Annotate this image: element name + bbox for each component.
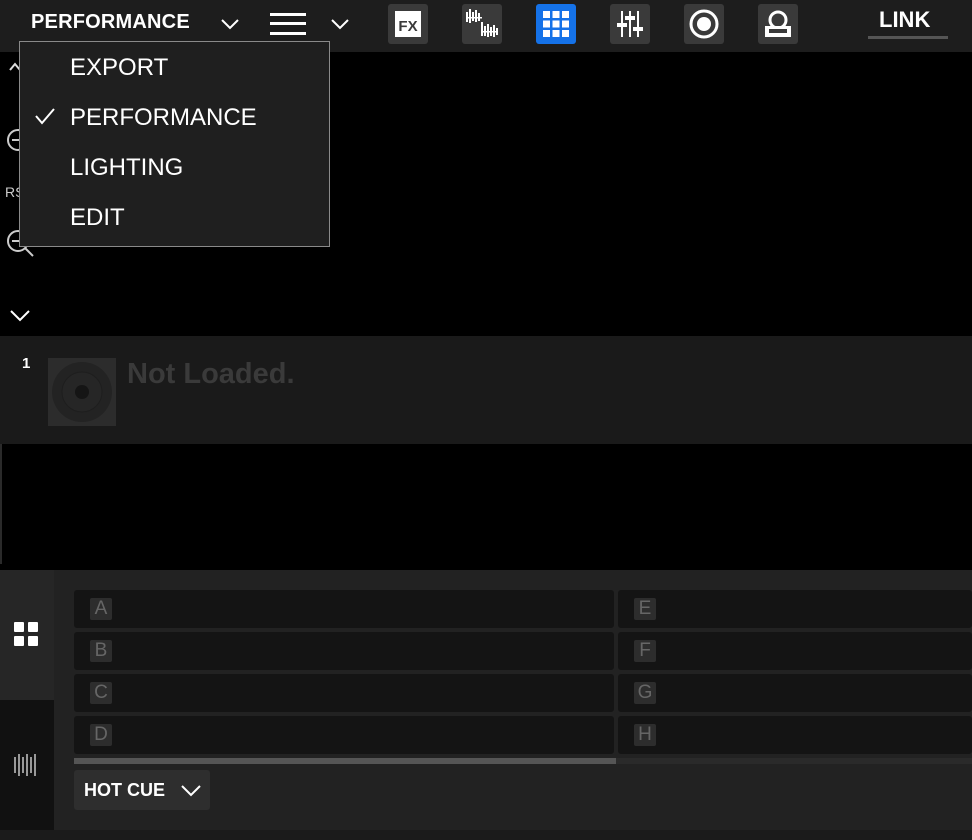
menu-chevron-down-icon[interactable] xyxy=(330,18,350,30)
pad-key-label: H xyxy=(634,724,656,746)
hot-cue-pad-d[interactable]: D xyxy=(74,716,614,754)
mixer-sliders-icon xyxy=(617,11,643,37)
pad-grid-button[interactable] xyxy=(536,4,576,44)
waveform-button[interactable] xyxy=(462,4,502,44)
hot-cue-pad-c[interactable]: C xyxy=(74,674,614,712)
pad-key-label: A xyxy=(90,598,112,620)
menu-item-export[interactable]: EXPORT xyxy=(20,42,329,92)
layout-mode-dropdown: EXPORT PERFORMANCE LIGHTING EDIT xyxy=(19,41,330,247)
pad-mode-label: HOT CUE xyxy=(84,780,165,800)
expand-down-chevron-icon[interactable] xyxy=(9,308,31,322)
layout-mode-chevron-down-icon[interactable] xyxy=(220,18,240,30)
mixer-button[interactable] xyxy=(610,4,650,44)
pad-section: A B C D E F G H HOT CUE xyxy=(0,570,972,840)
checkmark-icon xyxy=(35,108,55,125)
hot-cue-pad-e[interactable]: E xyxy=(618,590,972,628)
sampler-bars-icon xyxy=(14,754,36,776)
pad-key-label: F xyxy=(634,640,656,662)
hot-cue-pad-h[interactable]: H xyxy=(618,716,972,754)
hot-cue-pad-a[interactable]: A xyxy=(74,590,614,628)
pad-key-label: E xyxy=(634,598,656,620)
pad-key-label: B xyxy=(90,640,112,662)
hot-cue-pad-b[interactable]: B xyxy=(74,632,614,670)
layout-mode-label[interactable]: PERFORMANCE xyxy=(31,11,190,34)
menu-item-label: PERFORMANCE xyxy=(70,104,257,131)
sampler-view-tab[interactable] xyxy=(0,700,54,830)
menu-item-performance[interactable]: PERFORMANCE xyxy=(20,92,329,142)
record-button[interactable] xyxy=(684,4,724,44)
menu-item-edit[interactable]: EDIT xyxy=(20,192,329,242)
pad-key-label: C xyxy=(90,682,112,704)
menu-item-label: LIGHTING xyxy=(70,154,184,181)
pad-mode-selector[interactable]: HOT CUE xyxy=(74,770,210,810)
waveform-split-icon xyxy=(466,9,498,37)
link-button[interactable]: LINK xyxy=(879,7,930,33)
hamburger-menu-icon[interactable] xyxy=(270,13,306,35)
hot-cue-pad-f[interactable]: F xyxy=(618,632,972,670)
menu-item-lighting[interactable]: LIGHTING xyxy=(20,142,329,192)
record-icon xyxy=(689,9,719,39)
waveform-display[interactable] xyxy=(0,444,972,564)
deck-number: 1 xyxy=(22,355,31,372)
vinyl-disc-icon xyxy=(52,362,112,422)
track-artwork xyxy=(48,358,116,426)
sampler-deck-button[interactable] xyxy=(758,4,798,44)
pad-grid-icon xyxy=(543,11,569,37)
pad-key-label: D xyxy=(90,724,112,746)
menu-item-label: EXPORT xyxy=(70,54,169,81)
pad-key-label: G xyxy=(634,682,656,704)
track-title: Not Loaded. xyxy=(127,358,295,390)
deck-1-panel[interactable]: 1 Not Loaded. xyxy=(0,336,972,444)
turntable-icon xyxy=(765,10,791,37)
link-underline xyxy=(868,36,948,39)
fx-button[interactable]: FX xyxy=(388,4,428,44)
fx-icon: FX xyxy=(395,11,421,37)
hot-cue-pad-g[interactable]: G xyxy=(618,674,972,712)
fx-icon-text: FX xyxy=(398,18,417,35)
pad-view-icon xyxy=(14,622,38,646)
pad-mode-chevron-down-icon xyxy=(181,785,201,797)
pad-view-tab[interactable] xyxy=(0,570,54,700)
pad-scrollbar-thumb[interactable] xyxy=(74,758,616,764)
bottom-edge-strip xyxy=(0,830,972,840)
menu-item-label: EDIT xyxy=(70,204,125,231)
